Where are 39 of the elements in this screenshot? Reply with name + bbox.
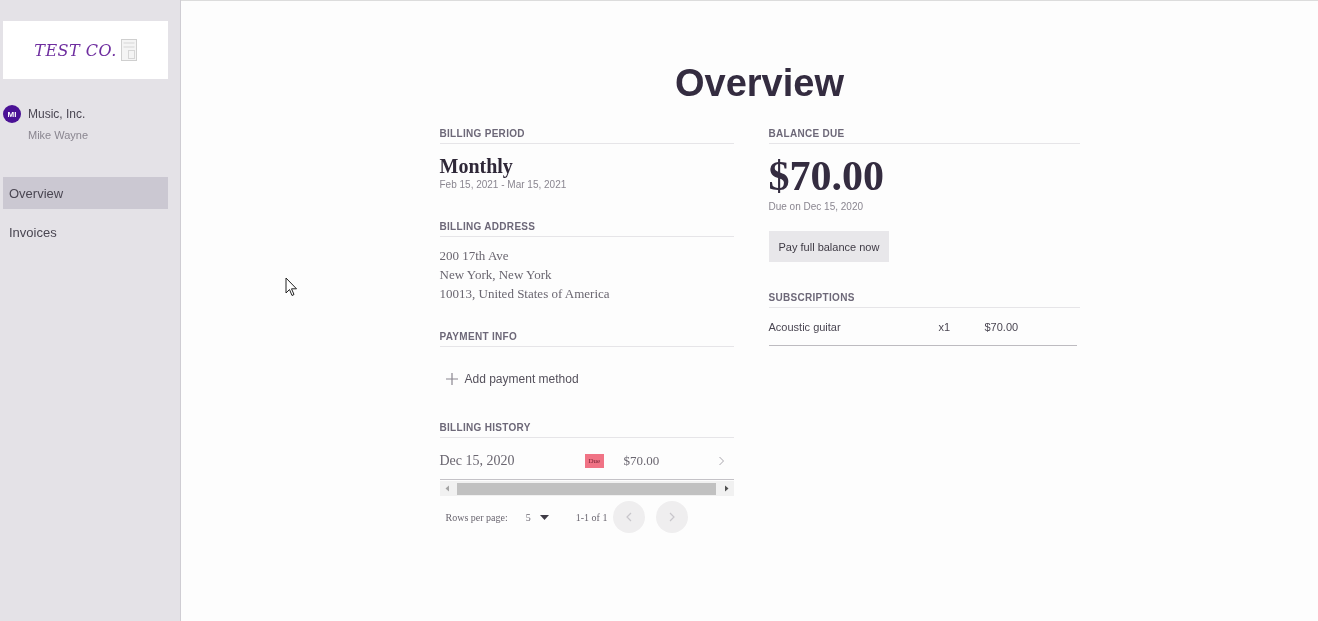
history-amount: $70.00: [623, 452, 661, 469]
address-line: 200 17th Ave: [439, 247, 510, 265]
user-name: Mike Wayne: [28, 129, 90, 141]
rows-per-page-select[interactable]: 5: [519, 511, 549, 523]
nav-item[interactable]: Overview: [3, 177, 168, 209]
section-heading: PAYMENT INFO: [439, 331, 734, 347]
subscription-name: Acoustic guitar: [768, 320, 842, 333]
section-heading: BILLING HISTORY: [439, 422, 734, 438]
logo-text: TEST CO.: [34, 40, 117, 60]
section-heading: BILLING ADDRESS: [439, 221, 734, 237]
address-line: New York, New York: [439, 266, 553, 284]
caret-icon: [539, 514, 549, 520]
chevron-right-icon: [669, 512, 676, 522]
plus-icon: [445, 373, 458, 385]
history-date: Dec 15, 2020: [439, 452, 516, 469]
chevron-left-icon: [626, 512, 633, 522]
billing-plan: Monthly: [439, 154, 514, 178]
nav-item[interactable]: Invoices: [3, 216, 168, 248]
section-heading: SUBSCRIPTIONS: [768, 292, 1080, 308]
section-heading: BALANCE DUE: [768, 128, 1080, 144]
due-date-note: Due on Dec 15, 2020: [768, 200, 864, 214]
subscription-price: $70.00: [984, 320, 1020, 333]
horizontal-scrollbar[interactable]: [439, 481, 734, 496]
balance-amount: $70.00: [768, 152, 885, 200]
add-payment-method-button[interactable]: Add payment method: [439, 371, 579, 387]
rows-per-page-label: Rows per page:: [445, 511, 508, 523]
mouse-cursor-icon: [285, 277, 298, 297]
pay-balance-button[interactable]: Pay full balance now: [768, 231, 890, 262]
company-name: Music, Inc.: [28, 107, 87, 121]
document-icon: [120, 39, 137, 61]
page-title: Overview: [674, 61, 845, 105]
subscription-quantity: x1: [938, 320, 952, 333]
scrollbar-thumb[interactable]: [456, 482, 716, 495]
avatar-initials: MI: [3, 105, 21, 123]
billing-range: Feb 15, 2021 - Mar 15, 2021: [439, 178, 568, 192]
chevron-right-icon[interactable]: [717, 455, 725, 466]
section-heading: BILLING PERIOD: [439, 128, 734, 144]
address-line: 10013, United States of America: [439, 285, 611, 303]
page-range: 1-1 of 1: [575, 511, 608, 523]
